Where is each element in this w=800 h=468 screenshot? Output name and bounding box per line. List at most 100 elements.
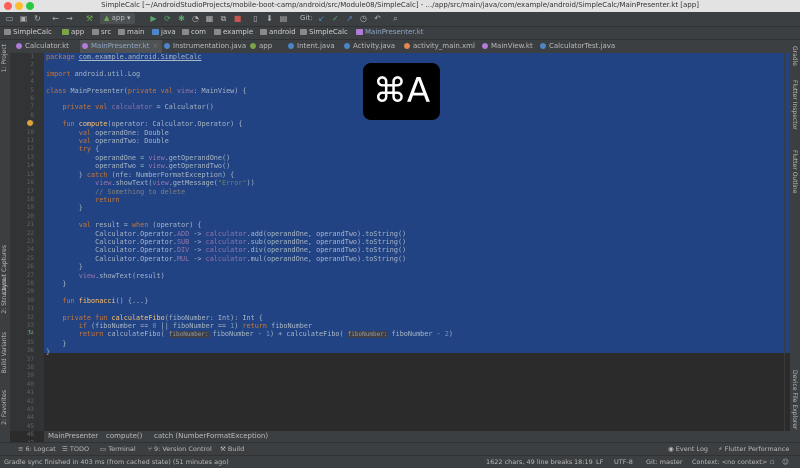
run-icon[interactable]: ▶ bbox=[148, 13, 159, 24]
forward-icon[interactable]: → bbox=[64, 13, 75, 24]
tool-gradle[interactable]: Gradle bbox=[791, 46, 798, 66]
kotlin-file-icon bbox=[82, 43, 88, 49]
attach-debugger-icon[interactable]: ⧉ bbox=[218, 13, 229, 24]
device-manager-icon[interactable]: ▯ bbox=[250, 13, 261, 24]
status-git-branch[interactable]: Git: master bbox=[646, 458, 683, 466]
status-caret-position[interactable]: 18:19 bbox=[574, 458, 593, 466]
git-push-icon[interactable]: ↗ bbox=[344, 13, 355, 24]
tool-terminal[interactable]: ▭ Terminal bbox=[100, 445, 136, 453]
close-tab-icon[interactable]: × bbox=[153, 42, 159, 50]
breadcrumb-block[interactable]: catch (NumberFormatException) bbox=[154, 432, 268, 440]
tab-instrumentation[interactable]: Instrumentation.java bbox=[162, 40, 248, 53]
tool-device-file-explorer[interactable]: Device File Explorer bbox=[791, 370, 798, 429]
crumb-java[interactable]: java bbox=[152, 28, 176, 36]
debug-icon[interactable]: ✱ bbox=[176, 13, 187, 24]
tab-activity[interactable]: Activity.java bbox=[342, 40, 402, 53]
git-update-icon[interactable]: ↙ bbox=[316, 13, 327, 24]
sdk-manager-icon[interactable]: ⬇ bbox=[264, 13, 275, 24]
tab-calculatortest[interactable]: CalculatorTest.java bbox=[538, 40, 620, 53]
crumb-module[interactable]: app bbox=[62, 28, 84, 36]
tool-project[interactable]: 1: Project bbox=[1, 44, 8, 72]
tool-window-bar: ≡ 6: Logcat ☰ TODO ▭ Terminal ⑂ 9: Versi… bbox=[0, 442, 800, 455]
tool-logcat[interactable]: ≡ 6: Logcat bbox=[18, 445, 56, 453]
tool-flutter-outline[interactable]: Flutter Outline bbox=[791, 150, 798, 193]
tab-intent[interactable]: Intent.java bbox=[286, 40, 342, 53]
crumb-simplecalc[interactable]: SimpleCalc bbox=[300, 28, 348, 36]
profile-icon[interactable]: ◔ bbox=[190, 13, 201, 24]
search-icon[interactable]: ⌕ bbox=[390, 13, 401, 24]
editor-tabs: Calculator.kt MainPresenter.kt × Instrume… bbox=[10, 40, 790, 53]
folder-icon bbox=[4, 29, 11, 35]
status-line-separator[interactable]: LF bbox=[596, 458, 603, 466]
code-comment: // Something to delete bbox=[95, 187, 186, 196]
save-icon[interactable]: ▣ bbox=[18, 13, 29, 24]
tool-structure[interactable]: 2: Structure bbox=[1, 278, 8, 314]
tab-label: Calculator.kt bbox=[25, 42, 69, 50]
sync-icon[interactable]: ↻ bbox=[32, 13, 43, 24]
tab-calculator[interactable]: Calculator.kt bbox=[14, 40, 80, 53]
status-encoding[interactable]: UTF-8 bbox=[614, 458, 633, 466]
avd-icon[interactable]: ▤ bbox=[278, 13, 289, 24]
run-config-dropdown[interactable]: ▲ app ▾ bbox=[100, 13, 135, 24]
parameter-hint: fiboNumber: bbox=[168, 331, 209, 339]
crumb-main[interactable]: main bbox=[118, 28, 145, 36]
breadcrumb-class[interactable]: MainPresenter bbox=[48, 432, 98, 440]
recursive-call-icon[interactable]: ↻ bbox=[28, 329, 33, 336]
folder-icon bbox=[118, 29, 125, 35]
run-config-label: app bbox=[111, 14, 125, 22]
line-number: 3 bbox=[30, 69, 34, 77]
tool-favorites[interactable]: 2: Favorites bbox=[1, 390, 8, 425]
crumb-file[interactable]: MainPresenter.kt bbox=[356, 28, 424, 36]
tool-label: Terminal bbox=[108, 445, 136, 453]
tool-build-variants[interactable]: Build Variants bbox=[1, 332, 8, 373]
crumb-android[interactable]: android bbox=[260, 28, 296, 36]
editor-gutter[interactable]: 1234567891011121314151617181920212223242… bbox=[10, 53, 44, 464]
tab-mainpresenter[interactable]: MainPresenter.kt × bbox=[80, 40, 162, 53]
kotlin-file-icon bbox=[482, 43, 488, 49]
tool-event-log[interactable]: ◉ Event Log bbox=[668, 445, 708, 453]
build-hammer-icon[interactable]: ⚒ bbox=[84, 13, 95, 24]
coverage-icon[interactable]: ▦ bbox=[204, 13, 215, 24]
override-marker-icon[interactable] bbox=[27, 120, 33, 126]
tool-todo[interactable]: ☰ TODO bbox=[62, 445, 89, 453]
tool-label: 9: Version Control bbox=[153, 445, 212, 453]
crumb-src[interactable]: src bbox=[92, 28, 111, 36]
flutter-performance-icon: ⚡ bbox=[718, 445, 725, 453]
open-folder-icon[interactable]: ▭ bbox=[4, 13, 15, 24]
line-number: 20 bbox=[26, 212, 34, 220]
status-context[interactable]: Context: <no context> bbox=[692, 458, 767, 466]
package-icon bbox=[300, 29, 307, 35]
apply-changes-icon[interactable]: ⟳ bbox=[162, 13, 173, 24]
breadcrumb-function[interactable]: compute() bbox=[106, 432, 142, 440]
line-number: 17 bbox=[26, 187, 34, 195]
tab-activity-main-xml[interactable]: activity_main.xml bbox=[402, 40, 480, 53]
line-number: 2 bbox=[30, 61, 34, 69]
crumb-example[interactable]: example bbox=[214, 28, 253, 36]
line-number: 18 bbox=[26, 195, 34, 203]
tool-label: 6: Logcat bbox=[25, 445, 56, 453]
tool-version-control[interactable]: ⑂ 9: Version Control bbox=[148, 445, 212, 453]
tool-flutter-inspector[interactable]: Flutter Inspector bbox=[791, 80, 798, 130]
line-number: 7 bbox=[30, 103, 34, 111]
tab-mainview[interactable]: MainView.kt bbox=[480, 40, 538, 53]
status-message[interactable]: Gradle sync finished in 403 ms (from cac… bbox=[4, 458, 229, 466]
back-icon[interactable]: ← bbox=[50, 13, 61, 24]
lock-icon[interactable]: ▫ bbox=[770, 458, 774, 466]
line-number: 8 bbox=[30, 111, 34, 119]
tool-label: TODO bbox=[69, 445, 90, 453]
crumb-label: java bbox=[161, 28, 176, 36]
crumb-com[interactable]: com bbox=[182, 28, 206, 36]
git-revert-icon[interactable]: ↶ bbox=[372, 13, 383, 24]
git-commit-icon[interactable]: ✓ bbox=[330, 13, 341, 24]
line-number: 15 bbox=[26, 170, 34, 178]
right-margin-guide bbox=[784, 53, 785, 431]
git-history-icon[interactable]: ◷ bbox=[358, 13, 369, 24]
tool-flutter-performance[interactable]: ⚡ Flutter Performance bbox=[718, 445, 789, 453]
line-number: 36 bbox=[26, 347, 34, 355]
crumb-project[interactable]: SimpleCalc bbox=[4, 28, 52, 36]
crumb-label: MainPresenter.kt bbox=[365, 28, 424, 36]
inspector-icon[interactable]: ☺ bbox=[782, 458, 789, 466]
stop-icon[interactable]: ■ bbox=[232, 13, 243, 24]
tab-app[interactable]: app bbox=[248, 40, 286, 53]
tool-build[interactable]: ⚒ Build bbox=[220, 445, 244, 453]
